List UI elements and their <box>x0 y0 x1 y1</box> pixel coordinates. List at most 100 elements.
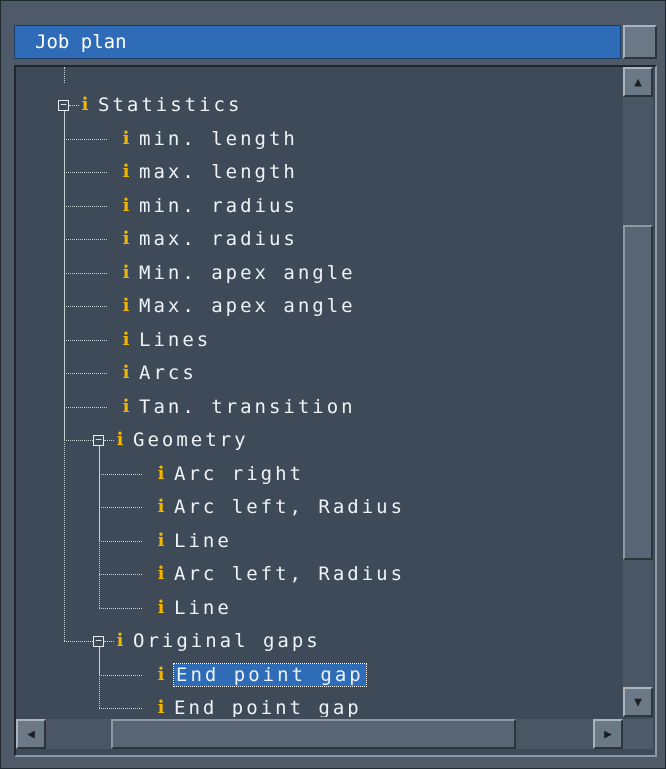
tree-item-selected[interactable]: i End point gap <box>156 659 367 691</box>
tree-item[interactable]: i Line <box>156 592 232 624</box>
info-icon: i <box>122 395 130 417</box>
horizontal-scroll-thumb[interactable] <box>111 719 516 749</box>
tree-item[interactable]: i Lines <box>121 324 211 356</box>
scroll-down-button[interactable]: ▼ <box>623 687 653 717</box>
tree-connector <box>64 272 107 274</box>
tree-item-label: Max. apex angle <box>139 295 356 317</box>
tree-connector <box>64 339 107 341</box>
scroll-right-button[interactable]: ▶ <box>593 719 623 749</box>
tree-connector <box>64 205 107 207</box>
tree-connector <box>99 574 142 575</box>
tree-connector <box>99 473 142 475</box>
tree-item-label: min. length <box>139 127 298 150</box>
info-icon: i <box>122 295 130 316</box>
tree-item[interactable]: i Arcs <box>121 357 197 389</box>
scrollbar-corner <box>623 719 653 749</box>
tree-connector <box>64 641 93 642</box>
tree-item-label: min. radius <box>139 194 298 217</box>
tree-item-label: End point gap <box>174 697 362 717</box>
tree-connector <box>104 440 114 441</box>
tree-connector <box>99 708 142 709</box>
tree-item-label: Statistics <box>98 94 243 116</box>
tree-item-label: Arc left, Radius <box>174 496 406 518</box>
window-title: Job plan <box>14 25 621 59</box>
tree-item[interactable]: i Statistics <box>80 89 242 121</box>
tree-connector <box>99 674 142 676</box>
tree-connector <box>99 540 142 542</box>
collapse-toggle-icon[interactable]: − <box>93 635 104 647</box>
title-bar-button[interactable] <box>623 25 657 59</box>
collapse-toggle-icon[interactable]: − <box>93 434 104 446</box>
tree-item[interactable]: i Tan. transition <box>121 391 356 423</box>
tree-item-label: Lines <box>139 328 212 351</box>
tree-connector <box>64 306 107 307</box>
scroll-up-button[interactable]: ▲ <box>623 67 653 97</box>
arrow-up-icon: ▲ <box>634 74 642 90</box>
vertical-scroll-thumb[interactable] <box>623 225 653 560</box>
tree-connector <box>64 406 107 408</box>
tree-item-label: Geometry <box>133 429 249 451</box>
tree-root-connector <box>64 67 65 83</box>
info-icon: i <box>157 496 165 517</box>
horizontal-scrollbar[interactable]: ◀ ▶ <box>16 719 623 749</box>
arrow-left-icon: ◀ <box>27 726 35 742</box>
tree-item-label: Arc left, Radius <box>174 563 406 585</box>
tree-connector <box>64 111 65 641</box>
tree-item-label: Original gaps <box>133 630 321 652</box>
job-plan-tree[interactable]: − i Statistics i min. length i max. length i min… <box>16 67 621 717</box>
arrow-down-icon: ▼ <box>634 694 642 710</box>
tree-connector <box>64 440 93 441</box>
collapse-toggle-icon[interactable]: − <box>58 99 69 111</box>
info-icon: i <box>122 127 130 149</box>
tree-item-label: Arcs <box>139 362 197 384</box>
tree-item[interactable]: i min. length <box>121 123 298 155</box>
tree-connector <box>99 446 100 608</box>
vertical-scrollbar[interactable]: ▲ ▼ <box>623 67 653 717</box>
scroll-left-button[interactable]: ◀ <box>16 719 46 749</box>
tree-item[interactable]: i Min. apex angle <box>121 257 356 289</box>
tree-item[interactable]: i Arc left, Radius <box>156 558 405 590</box>
info-icon: i <box>157 596 165 618</box>
tree-item-label: Tan. transition <box>139 395 356 418</box>
tree-item-label: max. radius <box>139 228 298 250</box>
tree-item[interactable]: i End point gap <box>156 692 362 717</box>
tree-item-label: Line <box>174 529 232 552</box>
tree-connector <box>64 172 107 173</box>
info-icon: i <box>81 94 89 115</box>
tree-item-label: max. length <box>139 161 298 183</box>
tree-item-label: Arc right <box>174 462 304 485</box>
tree-connector <box>64 138 107 140</box>
tree-connector <box>99 607 142 609</box>
info-icon: i <box>157 462 165 484</box>
tree-item[interactable]: i Arc left, Radius <box>156 491 405 523</box>
tree-item[interactable]: i Line <box>156 525 232 557</box>
info-icon: i <box>122 328 130 350</box>
job-plan-window: Job plan − i Statistics i min. length i max. l… <box>0 0 666 769</box>
tree-connector <box>104 641 114 642</box>
tree-item-label: Line <box>174 596 232 619</box>
tree-item[interactable]: i Original gaps <box>115 625 321 657</box>
tree-item-label: End point gap <box>173 662 367 687</box>
info-icon: i <box>122 362 130 383</box>
tree-item[interactable]: i Arc right <box>156 458 304 490</box>
tree-item[interactable]: i max. radius <box>121 223 298 255</box>
tree-connector <box>69 105 79 106</box>
tree-item-label: Min. apex angle <box>139 261 356 284</box>
info-icon: i <box>116 630 124 651</box>
tree-connector <box>64 239 107 240</box>
tree-item[interactable]: i min. radius <box>121 190 298 222</box>
info-icon: i <box>122 261 130 283</box>
info-icon: i <box>157 529 165 551</box>
info-icon: i <box>157 697 165 717</box>
info-icon: i <box>122 194 130 216</box>
info-icon: i <box>122 161 130 182</box>
info-icon: i <box>122 228 130 249</box>
tree-item[interactable]: i Geometry <box>115 424 249 456</box>
info-icon: i <box>116 429 124 450</box>
tree-connector <box>99 507 142 508</box>
tree-item[interactable]: i max. length <box>121 156 298 188</box>
arrow-right-icon: ▶ <box>604 726 612 742</box>
tree-item[interactable]: i Max. apex angle <box>121 290 356 322</box>
info-icon: i <box>157 663 165 685</box>
tree-connector <box>64 373 107 374</box>
